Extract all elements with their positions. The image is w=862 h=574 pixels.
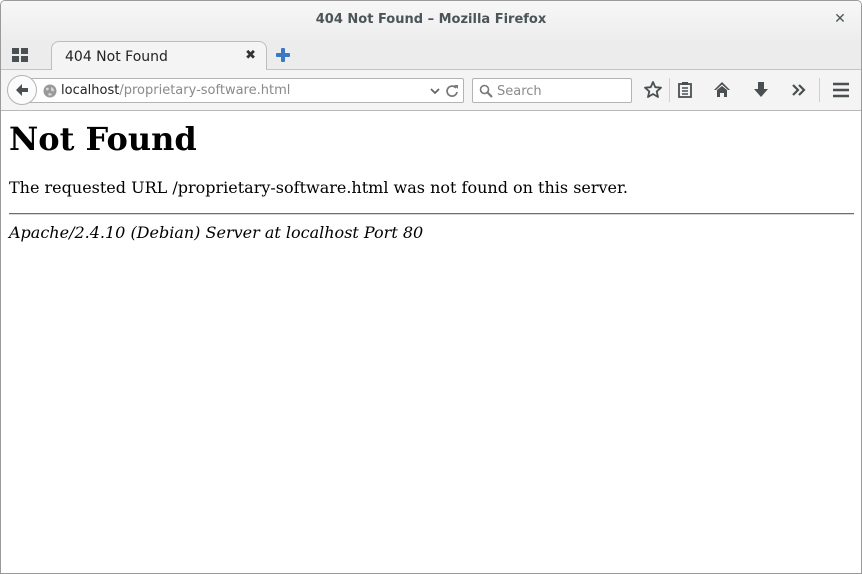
tab-strip: 404 Not Found ✖ — [1, 41, 861, 71]
server-signature: Apache/2.4.10 (Debian) Server at localho… — [9, 223, 424, 242]
url-dropdown-icon[interactable] — [429, 85, 441, 97]
reload-icon[interactable] — [445, 84, 459, 98]
title-bar: 404 Not Found – Mozilla Firefox ✕ — [1, 1, 861, 41]
home-icon[interactable] — [712, 80, 732, 100]
back-arrow-icon — [16, 84, 28, 96]
divider — [9, 213, 854, 215]
new-tab-plus-icon[interactable] — [275, 47, 291, 63]
navigation-toolbar: localhost/proprietary-software.html — [1, 70, 861, 111]
window-title: 404 Not Found – Mozilla Firefox — [315, 12, 547, 27]
search-input[interactable] — [497, 82, 627, 100]
reading-list-icon[interactable] — [675, 80, 695, 100]
overflow-chevron-icon[interactable] — [789, 80, 809, 100]
download-icon[interactable] — [751, 80, 771, 100]
url-host: localhost — [61, 83, 120, 98]
browser-window: 404 Not Found – Mozilla Firefox ✕ 404 No… — [0, 0, 862, 574]
tab-close-icon[interactable]: ✖ — [245, 48, 256, 63]
toolbar-separator — [819, 78, 820, 102]
search-bar[interactable] — [472, 78, 632, 103]
back-button[interactable] — [7, 75, 37, 105]
close-window-icon[interactable]: ✕ — [833, 11, 847, 27]
hamburger-menu-icon[interactable] — [831, 80, 851, 100]
url-bar[interactable]: localhost/proprietary-software.html — [25, 78, 464, 103]
globe-icon — [43, 84, 57, 98]
toolbar-separator — [669, 78, 670, 102]
page-heading: Not Found — [9, 120, 197, 158]
search-icon — [479, 84, 493, 98]
page-content: Not Found The requested URL /proprietary… — [1, 111, 861, 573]
tab-groups-icon[interactable] — [12, 48, 28, 62]
url-path: /proprietary-software.html — [119, 83, 291, 98]
url-text[interactable]: localhost/proprietary-software.html — [61, 83, 290, 98]
tab-label: 404 Not Found — [65, 49, 168, 65]
error-message: The requested URL /proprietary-software.… — [9, 178, 628, 197]
tab-active[interactable]: 404 Not Found ✖ — [51, 41, 267, 71]
bookmark-star-icon[interactable] — [643, 80, 663, 100]
